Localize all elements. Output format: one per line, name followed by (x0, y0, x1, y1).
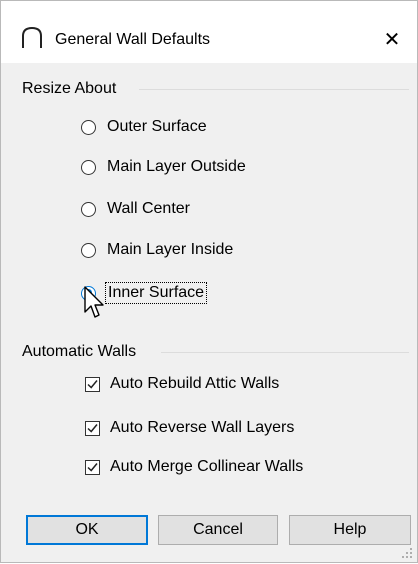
close-button[interactable]: ✕ (379, 27, 405, 53)
close-icon: ✕ (383, 29, 401, 51)
checkmark-icon (87, 462, 98, 472)
checkbox-auto-reverse-wall-layers[interactable]: Auto Reverse Wall Layers (85, 419, 294, 437)
checkbox-label: Auto Reverse Wall Layers (110, 419, 295, 436)
checkbox-label: Auto Merge Collinear Walls (110, 458, 304, 475)
help-button[interactable]: Help (289, 515, 411, 545)
radio-outer-surface[interactable]: Outer Surface (81, 118, 207, 136)
radio-label: Main Layer Outside (107, 158, 246, 175)
general-wall-defaults-dialog: General Wall Defaults ✕ Resize About Out… (0, 0, 418, 563)
radio-button[interactable] (81, 242, 96, 258)
radio-label: Main Layer Inside (107, 241, 234, 258)
radio-label: Inner Surface (104, 282, 208, 304)
radio-button[interactable] (81, 201, 96, 217)
title-bar: General Wall Defaults ✕ (1, 1, 417, 63)
radio-label: Outer Surface (107, 118, 207, 135)
radio-main-layer-outside[interactable]: Main Layer Outside (81, 158, 246, 176)
cancel-button[interactable]: Cancel (158, 515, 278, 545)
checkbox[interactable] (85, 459, 100, 475)
checkbox[interactable] (85, 376, 100, 392)
group-divider (139, 89, 409, 90)
radio-main-layer-inside[interactable]: Main Layer Inside (81, 241, 233, 259)
resize-grip-icon[interactable] (401, 546, 413, 564)
ok-button[interactable]: OK (26, 515, 148, 545)
group-divider (161, 352, 409, 353)
resize-about-group-label: Resize About (22, 80, 117, 97)
radio-button[interactable] (81, 119, 96, 135)
checkbox-auto-merge-collinear-walls[interactable]: Auto Merge Collinear Walls (85, 458, 303, 476)
mouse-pointer-icon (84, 286, 106, 325)
window-title: General Wall Defaults (55, 31, 211, 48)
radio-wall-center[interactable]: Wall Center (81, 200, 190, 218)
radio-button[interactable] (81, 159, 96, 175)
checkmark-icon (87, 423, 98, 433)
checkbox[interactable] (85, 420, 100, 436)
radio-label: Wall Center (107, 200, 190, 217)
automatic-walls-group-label: Automatic Walls (22, 343, 137, 360)
checkmark-icon (87, 379, 98, 389)
checkbox-label: Auto Rebuild Attic Walls (110, 375, 280, 392)
arch-wall-icon (20, 26, 44, 55)
checkbox-auto-rebuild-attic-walls[interactable]: Auto Rebuild Attic Walls (85, 375, 279, 393)
